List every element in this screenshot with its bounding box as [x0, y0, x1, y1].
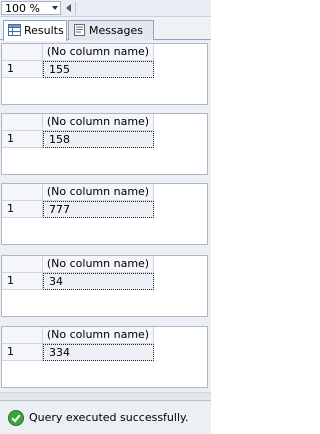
row-number[interactable]: 1: [2, 273, 43, 290]
result-grid[interactable]: (No column name) 1 158: [1, 113, 208, 175]
chevron-down-icon: [52, 6, 58, 10]
result-cell[interactable]: 34: [43, 273, 154, 290]
grid-corner[interactable]: [2, 327, 43, 344]
row-number[interactable]: 1: [2, 201, 43, 218]
zoom-value: 100 %: [5, 2, 40, 15]
result-cell[interactable]: 155: [43, 61, 154, 78]
tab-messages[interactable]: Messages: [68, 20, 154, 40]
zoom-toolbar: 100 %: [0, 0, 211, 17]
row-number[interactable]: 1: [2, 344, 43, 361]
result-grid[interactable]: (No column name) 1 155: [1, 43, 208, 105]
results-pane[interactable]: (No column name) 1 155 (No column name) …: [0, 40, 211, 400]
status-bar: Query executed successfully.: [0, 400, 211, 434]
result-cell[interactable]: 334: [43, 344, 154, 361]
result-grid[interactable]: (No column name) 1 334: [1, 326, 208, 388]
result-grid[interactable]: (No column name) 1 777: [1, 183, 208, 245]
column-header[interactable]: (No column name): [43, 327, 154, 344]
status-message: Query executed successfully.: [29, 411, 189, 424]
grid-corner[interactable]: [2, 114, 43, 131]
toolbar-divider: [75, 2, 76, 15]
result-tabs: Results Messages: [0, 17, 211, 41]
column-header[interactable]: (No column name): [43, 44, 154, 61]
result-cell[interactable]: 158: [43, 131, 154, 148]
tab-messages-label: Messages: [89, 24, 143, 37]
row-number[interactable]: 1: [2, 61, 43, 78]
grid-corner[interactable]: [2, 256, 43, 273]
check-circle-icon: [8, 410, 24, 426]
row-number[interactable]: 1: [2, 131, 43, 148]
zoom-dropdown[interactable]: 100 %: [1, 1, 61, 15]
column-header[interactable]: (No column name): [43, 114, 154, 131]
column-header[interactable]: (No column name): [43, 184, 154, 201]
grid-corner[interactable]: [2, 44, 43, 61]
scroll-left-icon[interactable]: [66, 4, 71, 12]
messages-icon: [74, 24, 85, 36]
grid-icon: [8, 24, 21, 36]
tab-results-label: Results: [24, 24, 64, 37]
result-cell[interactable]: 777: [43, 201, 154, 218]
column-header[interactable]: (No column name): [43, 256, 154, 273]
tab-results[interactable]: Results: [3, 20, 67, 41]
grid-corner[interactable]: [2, 184, 43, 201]
result-grid[interactable]: (No column name) 1 34: [1, 255, 208, 317]
